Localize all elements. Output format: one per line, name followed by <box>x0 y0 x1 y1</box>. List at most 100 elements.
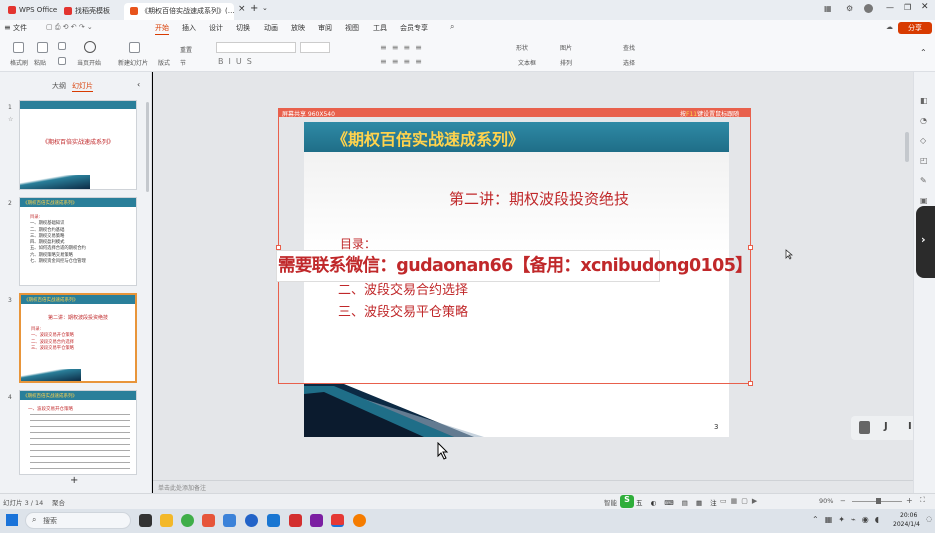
font-name-select[interactable] <box>216 42 296 53</box>
panel-scrollbar[interactable] <box>146 102 149 192</box>
from-current-button[interactable]: 当页开始 <box>77 58 101 67</box>
image-button[interactable]: 图片 <box>560 43 572 52</box>
menu-view[interactable]: 视图 <box>345 23 359 33</box>
view-mode-icons[interactable]: ▭▦▢▶ <box>720 497 761 505</box>
play-icon[interactable] <box>84 41 96 53</box>
slide-thumbnail-2[interactable]: 《期权百倍实战速成系列》 目录: 一、期权基础知识 二、期权合约基础 三、期权交… <box>19 197 137 286</box>
arrange-button[interactable]: 排列 <box>560 58 572 67</box>
menu-insert[interactable]: 插入 <box>182 23 196 33</box>
zoom-thumb[interactable] <box>876 498 881 504</box>
new-slide-icon[interactable] <box>129 42 140 53</box>
pane-icon-5[interactable]: ✎ <box>920 176 927 185</box>
collapse-ribbon-icon[interactable]: ⌃ <box>920 48 927 57</box>
format-painter-button[interactable]: 格式刷 <box>10 58 28 67</box>
app-icon-2[interactable] <box>223 514 236 527</box>
format-painter-icon[interactable] <box>13 42 24 53</box>
align-icons[interactable]: ≡≡≡≡ <box>380 57 427 66</box>
menu-home[interactable]: 开始 <box>155 23 169 35</box>
app-icon-7[interactable] <box>353 514 366 527</box>
pane-icon-4[interactable]: ◰ <box>920 156 928 165</box>
section-button[interactable]: 节 <box>180 58 186 67</box>
select-button[interactable]: 选择 <box>623 58 635 67</box>
menu-vip[interactable]: 会员专享 <box>400 23 428 33</box>
menu-design[interactable]: 设计 <box>209 23 223 33</box>
tab-presentation[interactable]: 《期权百倍实战速成系列》(… <box>124 3 235 20</box>
menu-review[interactable]: 审阅 <box>318 23 332 33</box>
app-icon-3[interactable] <box>245 514 258 527</box>
layout-button[interactable]: 版式 <box>158 58 170 67</box>
pane-icon-6[interactable]: ▣ <box>920 196 928 205</box>
fit-window-icon[interactable]: ⛶ <box>920 496 925 505</box>
new-tab-icon[interactable]: + <box>250 3 258 14</box>
text-format-icons[interactable]: BIUS <box>218 57 257 66</box>
ime-toolbar[interactable]: 五 ◐ ⌨ ▤ ▦ 注 <box>636 497 720 507</box>
side-expand-tab[interactable]: › <box>916 206 935 278</box>
search-icon[interactable]: ⌕ <box>450 22 454 32</box>
hand-icon[interactable] <box>859 421 870 434</box>
taskbar-search-box[interactable]: ⌕ 搜索 <box>25 512 131 529</box>
wps-taskbar-icon[interactable] <box>331 514 344 527</box>
close-window-icon[interactable]: ✕ <box>921 2 929 12</box>
app-icon-1[interactable] <box>202 514 215 527</box>
windows-start-icon[interactable] <box>6 514 18 526</box>
copy-icon[interactable] <box>58 57 66 65</box>
task-view-icon[interactable] <box>139 514 152 527</box>
textbox-button[interactable]: 文本框 <box>518 58 536 67</box>
collapse-panel-icon[interactable]: ‹ <box>137 80 140 89</box>
theme-name[interactable]: 聚合 <box>52 497 65 507</box>
paragraph-icons[interactable]: ≡≡≡≡ <box>380 43 427 52</box>
resize-handle-corner[interactable] <box>748 381 753 386</box>
slide-thumbnail-3-selected[interactable]: 《期权百倍实战速成系列》 第二讲：期权波段投资绝技 目录: 一、波段交易开仓策略… <box>19 293 137 383</box>
input-method-icon[interactable]: S <box>620 495 634 508</box>
file-explorer-icon[interactable] <box>160 514 173 527</box>
browser-icon[interactable] <box>181 514 194 527</box>
find-button[interactable]: 查找 <box>623 43 635 52</box>
zoom-out-icon[interactable]: − <box>840 497 846 505</box>
paste-button[interactable]: 粘贴 <box>34 58 46 67</box>
pen-j-button[interactable]: J <box>884 421 888 432</box>
canvas-scrollbar[interactable] <box>905 132 909 162</box>
tab-slides[interactable]: 幻灯片 <box>72 81 93 92</box>
shape-button[interactable]: 形状 <box>516 43 528 52</box>
tab-wps-office[interactable]: WPS Office <box>2 3 63 20</box>
cut-icon[interactable] <box>58 42 66 50</box>
tab-template[interactable]: 找稻壳模板 <box>58 3 116 20</box>
pen-i-button[interactable]: I <box>908 421 912 432</box>
share-button[interactable]: 分享 <box>898 22 932 34</box>
menu-tools[interactable]: 工具 <box>373 23 387 33</box>
chevron-down-icon[interactable]: ⌄ <box>262 4 268 12</box>
paste-icon[interactable] <box>37 42 48 53</box>
restore-icon[interactable]: ❐ <box>904 3 911 12</box>
pane-icon-2[interactable]: ◔ <box>920 116 927 125</box>
slide-thumbnail-4[interactable]: 《期权百倍实战速成系列》 一、波段交易开仓策略 <box>19 390 137 475</box>
cloud-icon[interactable]: ☁ <box>886 23 893 31</box>
notes-placeholder[interactable]: 单击此处添加备注 <box>158 483 206 492</box>
app-icon-4[interactable] <box>267 514 280 527</box>
notification-icon[interactable]: ◌ <box>926 515 932 523</box>
minimize-icon[interactable]: — <box>886 3 894 12</box>
pane-icon-3[interactable]: ◇ <box>920 136 926 145</box>
tab-close-icon[interactable]: × <box>238 4 246 14</box>
resize-handle-right[interactable] <box>748 245 753 250</box>
avatar[interactable] <box>864 4 873 13</box>
menu-slideshow[interactable]: 放映 <box>291 23 305 33</box>
add-slide-icon[interactable]: + <box>70 475 78 486</box>
zoom-in-icon[interactable]: + <box>906 496 913 505</box>
system-tray-icons[interactable]: ⌃▦✦⌁◉◖ <box>812 515 885 524</box>
reset-button[interactable]: 重置 <box>180 45 192 54</box>
font-size-select[interactable] <box>300 42 330 53</box>
pane-icon-1[interactable]: ◧ <box>920 96 928 105</box>
hamburger-icon[interactable]: ≡ <box>4 23 11 32</box>
slide-thumbnail-1[interactable]: 《期权百倍实战速成系列》 <box>19 100 137 190</box>
new-slide-button[interactable]: 新建幻灯片 <box>118 58 148 67</box>
menu-animation[interactable]: 动画 <box>264 23 278 33</box>
tab-outline[interactable]: 大纲 <box>52 81 66 91</box>
zoom-level[interactable]: 90% <box>819 497 833 505</box>
settings-icon[interactable]: ⚙ <box>846 4 853 13</box>
grid-icon[interactable]: ▦ <box>824 4 832 13</box>
quick-access-icons[interactable]: ▢ ⎙ ⟲ ↶ ↷ ⌄ <box>46 23 93 32</box>
app-icon-6[interactable] <box>310 514 323 527</box>
menu-transition[interactable]: 切换 <box>236 23 250 33</box>
smart-button[interactable]: 智能 <box>604 497 617 507</box>
menu-file[interactable]: 文件 <box>13 23 27 33</box>
